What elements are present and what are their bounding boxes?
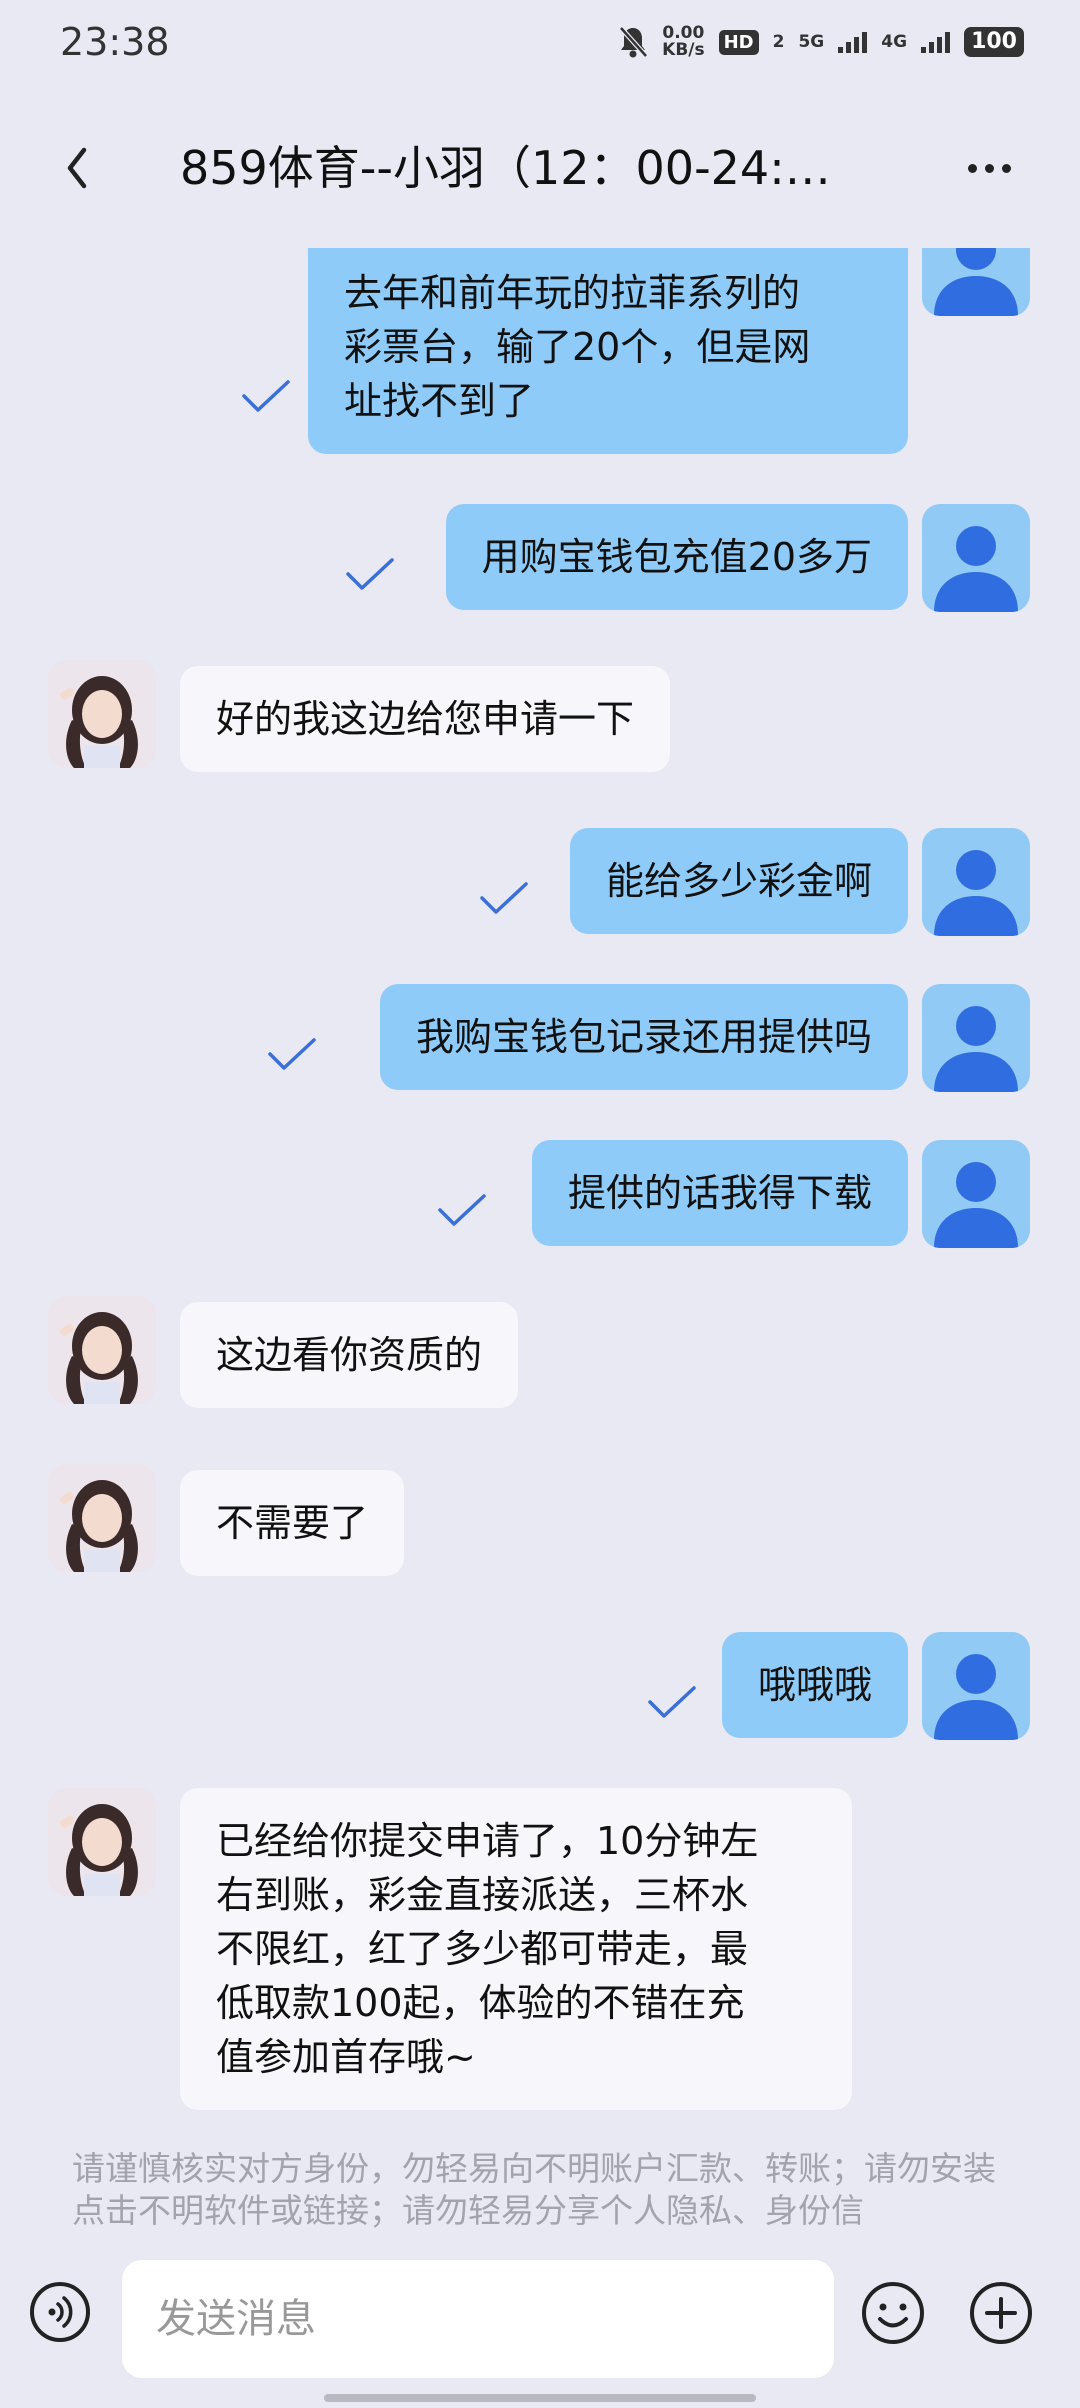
person-icon xyxy=(934,526,1018,612)
person-icon xyxy=(934,1654,1018,1740)
battery-level: 100 xyxy=(971,29,1017,54)
person-icon xyxy=(934,1006,1018,1092)
check-icon xyxy=(268,1038,316,1070)
status-bar: 23:38 0.00 KB/s HD 2 5G 4G 100 xyxy=(0,0,1080,84)
mute-icon xyxy=(619,26,649,58)
avatar-agent[interactable] xyxy=(48,1788,156,1896)
chevron-left-icon xyxy=(67,147,87,189)
message-bubble-me[interactable]: 用购宝钱包充值20多万 xyxy=(445,504,908,610)
avatar-agent[interactable] xyxy=(48,1296,156,1404)
signal-5g-label: 5G xyxy=(798,32,825,52)
message-bubble-me[interactable]: 我购宝钱包记录还用提供吗 xyxy=(379,984,908,1090)
chat-messages[interactable]: 去年和前年玩的拉菲系列的 彩票台，输了20个，但是网 址找不到了 用购宝钱包充值… xyxy=(0,248,1080,2148)
check-icon xyxy=(648,1686,696,1718)
message-bubble-agent[interactable]: 这边看你资质的 xyxy=(180,1302,519,1408)
net-speed-unit: KB/s xyxy=(662,40,705,60)
message-bubble-agent[interactable]: 不需要了 xyxy=(180,1470,405,1576)
person-icon xyxy=(934,248,1018,316)
net-speed: 0.00 KB/s xyxy=(662,25,704,59)
chat-title: 859体育--小羽（12：00-24:… xyxy=(180,141,831,195)
message-bubble-me[interactable]: 哦哦哦 xyxy=(721,1632,908,1738)
message-bubble-agent[interactable]: 好的我这边给您申请一下 xyxy=(180,666,671,772)
check-icon xyxy=(346,558,394,590)
signal-4g-label: 4G xyxy=(881,32,908,52)
security-warning: 请谨慎核实对方身份，勿轻易向不明账户汇款、转账；请勿安装点击不明软件或链接；请勿… xyxy=(72,2149,996,2228)
message-bubble-me[interactable]: 去年和前年玩的拉菲系列的 彩票台，输了20个，但是网 址找不到了 xyxy=(308,248,908,454)
person-icon xyxy=(934,850,1018,936)
emoji-icon xyxy=(862,2282,924,2344)
status-time: 23:38 xyxy=(60,20,170,64)
avatar-me[interactable] xyxy=(922,248,1030,316)
agent-photo-icon xyxy=(48,660,156,768)
hd-label: HD xyxy=(723,31,754,53)
signal-4g-icon xyxy=(921,31,951,53)
back-button[interactable] xyxy=(56,138,116,198)
more-horizontal-icon xyxy=(967,163,1011,173)
emoji-button[interactable] xyxy=(860,2280,926,2346)
avatar-me[interactable] xyxy=(922,1632,1030,1740)
message-bubble-agent[interactable]: 已经给你提交申请了，10分钟左 右到账，彩金直接派送，三杯水 不限红，红了多少都… xyxy=(180,1788,852,2110)
plus-button[interactable] xyxy=(968,2280,1034,2346)
avatar-agent[interactable] xyxy=(48,1464,156,1572)
battery-icon: 100 xyxy=(964,27,1024,57)
message-bubble-me[interactable]: 能给多少彩金啊 xyxy=(569,828,908,934)
check-icon xyxy=(438,1194,486,1226)
plus-icon xyxy=(970,2282,1032,2344)
avatar-me[interactable] xyxy=(922,828,1030,936)
home-indicator[interactable] xyxy=(324,2394,756,2402)
chat-header: 859体育--小羽（12：00-24:… xyxy=(0,120,1080,216)
check-icon xyxy=(480,882,528,914)
sim-label: 2 xyxy=(772,32,785,52)
agent-photo-icon xyxy=(48,1464,156,1572)
agent-photo-icon xyxy=(48,1788,156,1896)
signal-5g-icon xyxy=(838,31,868,53)
input-bar xyxy=(0,2250,1080,2380)
avatar-agent[interactable] xyxy=(48,660,156,768)
voice-button[interactable] xyxy=(28,2280,92,2344)
message-bubble-me[interactable]: 提供的话我得下载 xyxy=(531,1140,908,1246)
agent-photo-icon xyxy=(48,1296,156,1404)
more-button[interactable] xyxy=(954,138,1024,198)
message-input[interactable] xyxy=(122,2260,834,2378)
status-icons: 0.00 KB/s HD 2 5G 4G 100 xyxy=(618,22,1024,62)
person-icon xyxy=(934,1162,1018,1248)
avatar-me[interactable] xyxy=(922,984,1030,1092)
avatar-me[interactable] xyxy=(922,1140,1030,1248)
avatar-me[interactable] xyxy=(922,504,1030,612)
voice-icon xyxy=(30,2282,90,2342)
check-icon xyxy=(242,380,290,412)
hd-badge: HD xyxy=(718,29,759,55)
